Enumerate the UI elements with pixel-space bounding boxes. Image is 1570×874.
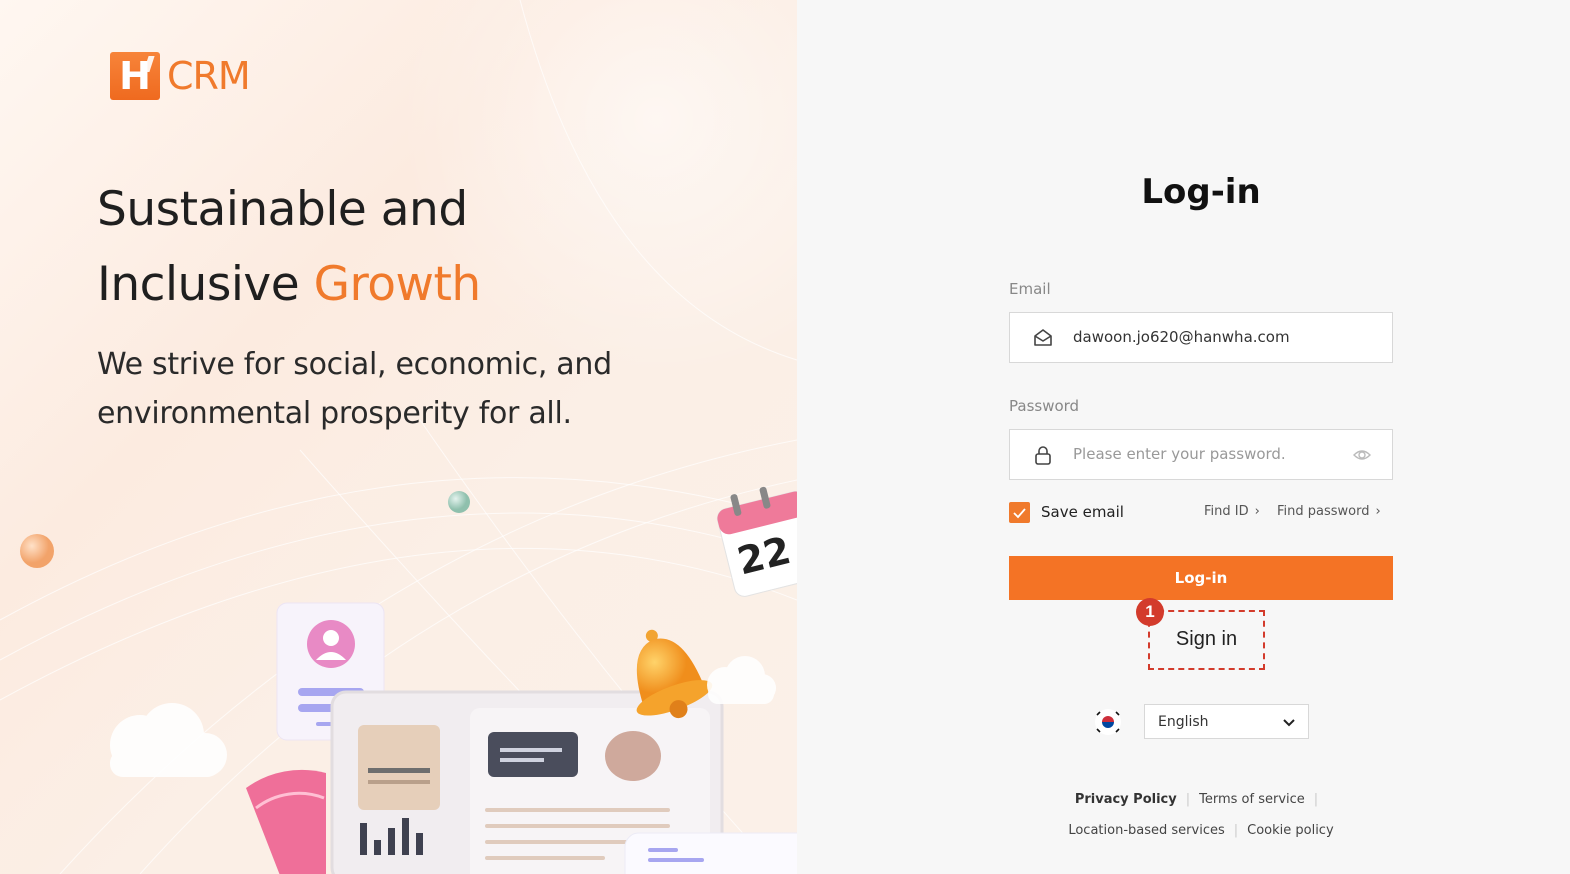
divider: | — [1233, 823, 1239, 838]
options-row: Save email Find ID › Find password › — [1009, 500, 1393, 524]
headline-line-1: Sustainable and — [97, 182, 468, 237]
footer-links-row-1: Privacy Policy | Terms of service | — [797, 792, 1570, 807]
save-email-checkbox[interactable] — [1009, 502, 1030, 523]
email-field[interactable]: dawoon.jo620@hanwha.com — [1009, 312, 1393, 363]
orange-sphere-icon — [20, 534, 54, 568]
chevron-right-icon: › — [1375, 504, 1381, 519]
cloud-icon — [110, 703, 227, 777]
lock-icon — [1035, 446, 1051, 465]
find-password-link[interactable]: Find password › — [1277, 504, 1381, 519]
find-id-link[interactable]: Find ID › — [1204, 504, 1260, 519]
green-sphere-icon — [448, 491, 470, 513]
chevron-right-icon: › — [1254, 504, 1260, 519]
hero-headline: Sustainable and Inclusive Growth — [97, 172, 481, 322]
cookie-policy-link[interactable]: Cookie policy — [1247, 823, 1334, 838]
hero-subline: We strive for social, economic, and envi… — [97, 340, 717, 438]
chevron-down-icon — [1283, 719, 1295, 727]
find-password-label: Find password — [1277, 504, 1370, 519]
small-cloud-icon — [707, 656, 776, 704]
password-placeholder: Please enter your password. — [1073, 445, 1286, 463]
language-select[interactable]: English — [1144, 704, 1309, 739]
divider: | — [1313, 792, 1319, 807]
headline-accent: Growth — [313, 257, 482, 312]
privacy-policy-link[interactable]: Privacy Policy — [1075, 792, 1177, 807]
email-value: dawoon.jo620@hanwha.com — [1073, 328, 1290, 346]
login-panel: Log-in Email dawoon.jo620@hanwha.com Pas… — [797, 0, 1570, 874]
terms-link[interactable]: Terms of service — [1199, 792, 1305, 807]
divider: | — [1185, 792, 1191, 807]
pink-chart-icon — [246, 769, 326, 874]
logo-text: CRM — [167, 54, 251, 98]
calendar-icon: 22 — [716, 486, 797, 597]
footer-links-row-2: Location-based services | Cookie policy — [797, 823, 1570, 838]
password-label: Password — [1009, 397, 1080, 415]
brand-logo: H CRM — [110, 52, 251, 100]
subline-line-2: environmental prosperity for all. — [97, 396, 572, 431]
annotation-badge: 1 — [1136, 598, 1164, 626]
message-card-icon — [624, 832, 797, 874]
show-password-eye-icon[interactable] — [1352, 445, 1372, 465]
location-services-link[interactable]: Location-based services — [1068, 823, 1224, 838]
email-label: Email — [1009, 280, 1051, 298]
bell-icon — [636, 629, 713, 719]
save-email-label[interactable]: Save email — [1041, 503, 1124, 521]
find-id-label: Find ID — [1204, 504, 1249, 519]
headline-line-2: Inclusive Growth — [97, 247, 481, 322]
signin-link[interactable]: Sign in — [1150, 628, 1263, 651]
password-field[interactable]: Please enter your password. — [1009, 429, 1393, 480]
envelope-icon — [1034, 329, 1052, 346]
korea-flag-icon — [1095, 709, 1121, 735]
login-button[interactable]: Log-in — [1009, 556, 1393, 600]
login-title: Log-in — [1141, 172, 1261, 212]
language-selected: English — [1158, 714, 1209, 730]
subline-line-1: We strive for social, economic, and — [97, 347, 612, 382]
headline-plain: Inclusive — [97, 257, 314, 312]
checkmark-icon — [1013, 508, 1026, 519]
hero-panel: H CRM Sustainable and Inclusive Growth W… — [0, 0, 797, 874]
logo-mark: H — [110, 52, 160, 100]
signin-highlight-box: Sign in — [1148, 610, 1265, 670]
